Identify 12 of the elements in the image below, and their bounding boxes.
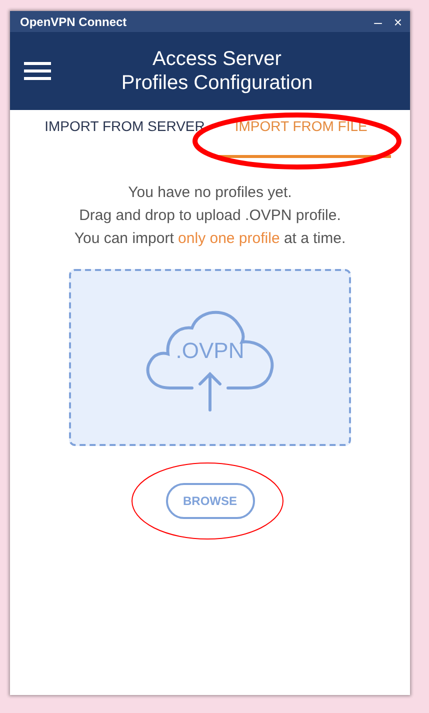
page-title: Profiles Configuration [120, 71, 314, 95]
menu-icon[interactable] [24, 62, 51, 80]
info-text: You can import [74, 230, 175, 247]
window-title: OpenVPN Connect [20, 14, 128, 28]
info-text: You have no profiles yet. [128, 184, 292, 201]
page-title: Access Server [152, 47, 282, 71]
tab[interactable]: IMPORT FROM SERVER [38, 110, 211, 158]
highlighted-text: only one profile [178, 230, 280, 247]
info-text: Drag and drop to upload .OVPN profile. [79, 207, 341, 224]
info-text: at a time. [282, 230, 346, 247]
close-button[interactable]: × [392, 14, 404, 30]
minimize-button[interactable]: – [372, 14, 384, 30]
